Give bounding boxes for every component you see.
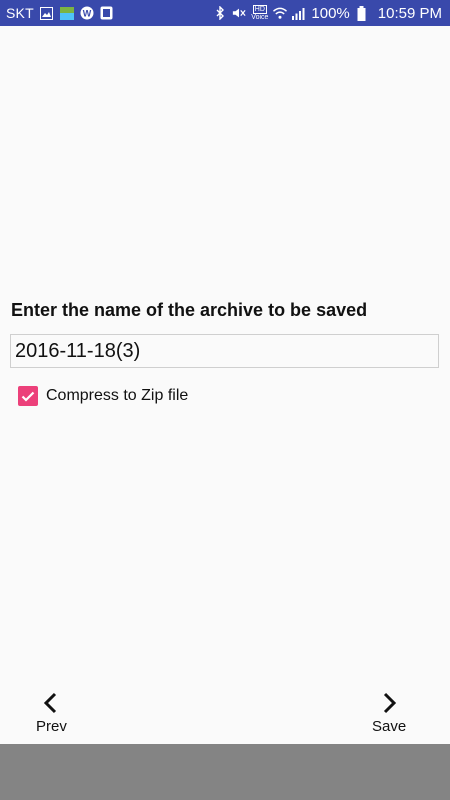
archive-name-prompt: Enter the name of the archive to be save… <box>11 300 368 320</box>
chevron-left-icon <box>44 692 57 714</box>
w-app-notification-icon: W <box>80 6 94 20</box>
compress-zip-label: Compress to Zip file <box>46 387 189 404</box>
carrier-label: SKT <box>6 5 34 21</box>
compress-zip-checkbox[interactable] <box>18 386 38 406</box>
document-notification-icon <box>100 6 114 20</box>
system-navigation-bar <box>0 744 450 800</box>
svg-text:W: W <box>83 9 92 19</box>
checkmark-icon <box>21 391 35 402</box>
bluetooth-icon <box>213 6 227 20</box>
wifi-icon <box>273 6 288 20</box>
battery-percentage: 100% <box>311 4 350 22</box>
signal-icon <box>292 6 306 20</box>
status-right: HD Voice 100% 10:59 PM <box>213 5 442 22</box>
chevron-right-icon <box>384 692 397 714</box>
archive-save-screen: Enter the name of the archive to be save… <box>0 26 450 744</box>
photo-app-notification-icon <box>59 6 74 20</box>
prev-button[interactable]: Prev <box>36 692 67 735</box>
status-bar: SKT W HD Voice 100% 10:59 PM <box>0 0 450 26</box>
mute-icon <box>232 6 246 20</box>
compress-zip-option[interactable]: Compress to Zip file <box>18 386 188 406</box>
clock: 10:59 PM <box>377 4 442 22</box>
battery-icon <box>355 5 369 21</box>
save-label: Save <box>372 718 407 735</box>
archive-name-input[interactable] <box>10 334 439 368</box>
prev-label: Prev <box>36 718 67 735</box>
save-button[interactable]: Save <box>372 692 406 735</box>
hd-voice-icon: HD Voice <box>251 5 268 21</box>
hd-label: HD <box>252 5 267 14</box>
voice-label: Voice <box>251 14 269 21</box>
gallery-notification-icon <box>40 6 54 20</box>
status-left: SKT W <box>6 5 114 21</box>
